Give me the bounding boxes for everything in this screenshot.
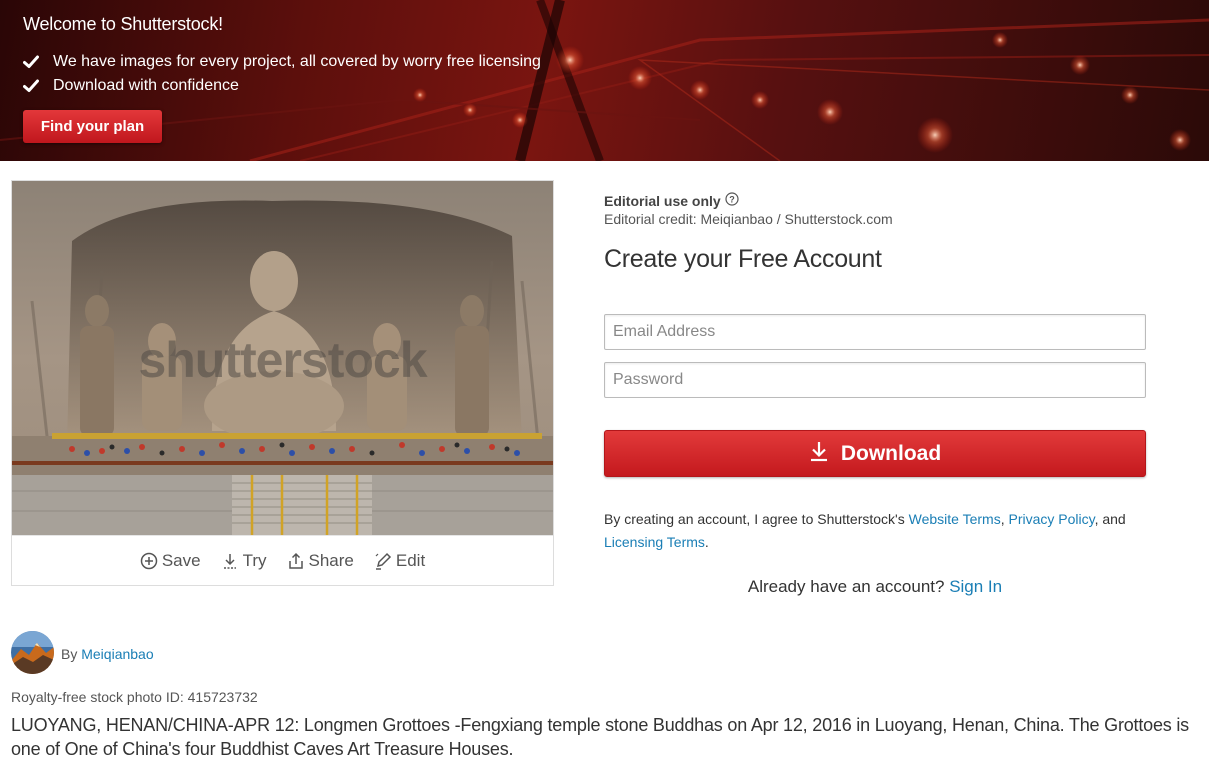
create-account-title: Create your Free Account xyxy=(604,245,882,273)
terms-prefix: By creating an account, I agree to Shutt… xyxy=(604,511,909,527)
share-icon xyxy=(287,552,305,570)
find-your-plan-button[interactable]: Find your plan xyxy=(23,110,162,143)
email-field[interactable] xyxy=(604,314,1146,350)
save-label: Save xyxy=(161,550,201,570)
signin-prompt-text: Already have an account? xyxy=(747,577,950,596)
contributor-byline: By Meiqianbao xyxy=(61,646,154,662)
download-icon xyxy=(221,552,239,570)
save-button[interactable]: Save xyxy=(140,551,201,571)
editorial-use-label: Editorial use only ? xyxy=(604,192,893,209)
terms-suffix: . xyxy=(704,534,709,550)
plus-circle-icon xyxy=(140,552,158,570)
edit-label: Edit xyxy=(395,550,426,570)
download-icon xyxy=(809,440,829,468)
sign-in-link[interactable]: Sign In xyxy=(949,577,1002,596)
stock-photo[interactable]: shutterstock xyxy=(12,181,553,535)
download-button[interactable]: Download xyxy=(604,430,1146,477)
photo-id: Royalty-free stock photo ID: 415723732 xyxy=(11,689,258,705)
try-button[interactable]: Try xyxy=(221,551,267,571)
edit-button[interactable]: Edit xyxy=(374,551,425,571)
benefit-text: Download with confidence xyxy=(53,77,239,94)
edit-icon xyxy=(374,552,392,570)
image-actions-bar: Save Try Share Edit xyxy=(12,535,553,585)
terms-separator: , and xyxy=(1094,511,1126,527)
welcome-banner: Welcome to Shutterstock! We have images … xyxy=(0,0,1209,161)
editorial-credit: Editorial credit: Meiqianbao / Shutterst… xyxy=(604,211,893,227)
contributor-link[interactable]: Meiqianbao xyxy=(81,646,153,662)
share-label: Share xyxy=(308,550,354,570)
benefit-item: Download with confidence xyxy=(23,77,239,95)
avatar-image xyxy=(11,631,54,674)
help-icon[interactable]: ? xyxy=(725,192,739,209)
image-preview-card: shutterstock Save Try Share Edit xyxy=(11,180,554,586)
benefit-text: We have images for every project, all co… xyxy=(53,53,541,70)
photo-illustration xyxy=(12,181,553,535)
share-button[interactable]: Share xyxy=(287,551,354,571)
svg-text:?: ? xyxy=(729,195,735,205)
password-field[interactable] xyxy=(604,362,1146,398)
privacy-policy-link[interactable]: Privacy Policy xyxy=(1008,511,1094,527)
download-label: Download xyxy=(840,441,942,465)
try-label: Try xyxy=(242,550,267,570)
sign-in-prompt: Already have an account? Sign In xyxy=(604,577,1146,597)
benefit-item: We have images for every project, all co… xyxy=(23,53,541,71)
by-label: By xyxy=(61,646,82,662)
checkmark-icon xyxy=(23,79,53,93)
editorial-info: Editorial use only ? Editorial credit: M… xyxy=(604,192,893,227)
website-terms-link[interactable]: Website Terms xyxy=(909,511,1001,527)
banner-title: Welcome to Shutterstock! xyxy=(23,14,223,34)
licensing-terms-link[interactable]: Licensing Terms xyxy=(604,534,705,550)
contributor-avatar[interactable] xyxy=(11,631,54,674)
editorial-title-text: Editorial use only xyxy=(604,192,721,209)
checkmark-icon xyxy=(23,55,53,69)
photo-description: LUOYANG, HENAN/CHINA-APR 12: Longmen Gro… xyxy=(11,715,1189,759)
terms-notice: By creating an account, I agree to Shutt… xyxy=(604,508,1164,554)
